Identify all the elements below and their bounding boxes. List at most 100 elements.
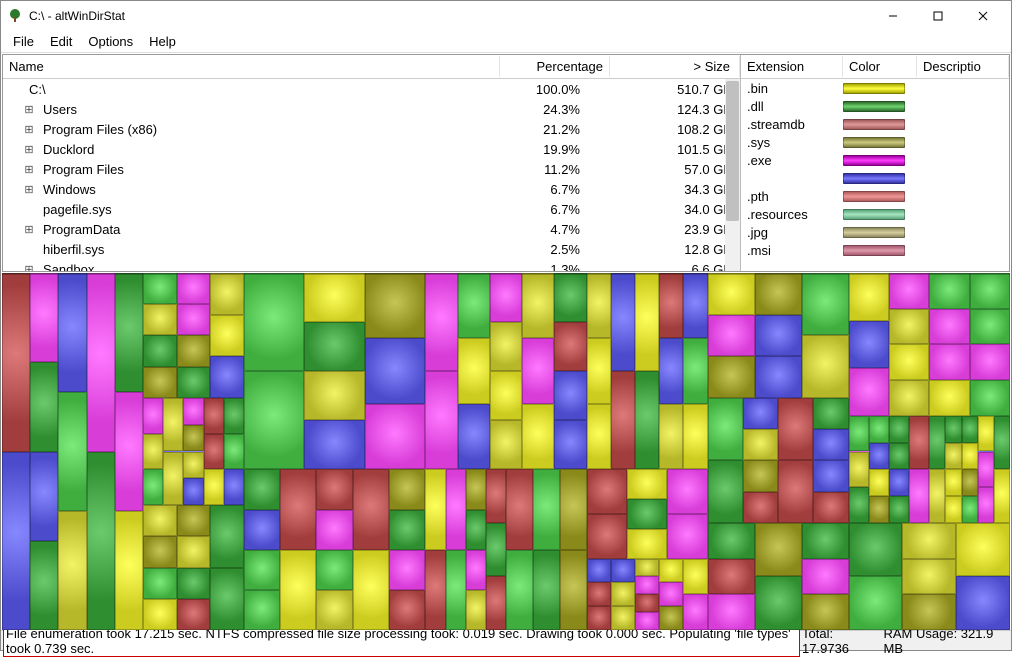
treemap-block[interactable] [659,582,683,606]
treemap-block[interactable] [143,273,177,304]
treemap-block[interactable] [244,469,280,509]
treemap-block[interactable] [889,344,929,380]
treemap-block[interactable] [304,420,364,469]
treemap-block[interactable] [280,550,316,630]
treemap-block[interactable] [587,273,611,338]
treemap-block[interactable] [683,273,707,338]
treemap-block[interactable] [869,443,889,470]
treemap-block[interactable] [683,404,707,469]
treemap-block[interactable] [970,309,1010,345]
treemap-block[interactable] [587,469,627,514]
treemap-block[interactable] [635,594,659,612]
treemap-block[interactable] [659,338,683,403]
treemap-block[interactable] [849,273,889,321]
treemap-block[interactable] [635,612,659,630]
ext-row[interactable]: .pth [741,187,1009,205]
treemap-block[interactable] [304,371,364,420]
treemap-block[interactable] [587,606,611,630]
treemap-block[interactable] [466,510,486,550]
treemap-block[interactable] [778,460,813,522]
treemap-block[interactable] [611,559,635,583]
treemap-block[interactable] [466,469,486,509]
treemap-block[interactable] [929,344,969,380]
treemap-block[interactable] [458,273,490,338]
treemap-block[interactable] [635,559,659,577]
ext-row[interactable]: .streamdb [741,115,1009,133]
tree-row[interactable]: ⊞Windows6.7%34.3 GB [3,179,740,199]
treemap-block[interactable] [210,273,244,315]
treemap-block[interactable] [813,429,848,460]
menu-options[interactable]: Options [80,32,141,51]
treemap[interactable] [2,273,1010,630]
ext-row[interactable]: .jpg [741,223,1009,241]
treemap-block[interactable] [889,443,909,470]
treemap-block[interactable] [667,469,707,514]
treemap-block[interactable] [970,344,1010,380]
treemap-block[interactable] [635,273,659,371]
treemap-block[interactable] [224,434,244,470]
tree-rows[interactable]: C:\100.0%510.7 GB⊞Users24.3%124.3 GB⊞Pro… [3,79,740,271]
treemap-block[interactable] [177,367,211,398]
treemap-block[interactable] [889,469,909,496]
treemap-block[interactable] [115,392,143,511]
treemap-block[interactable] [143,568,177,599]
treemap-block[interactable] [755,523,802,577]
treemap-block[interactable] [389,510,425,550]
treemap-block[interactable] [244,590,280,630]
treemap-block[interactable] [163,452,183,506]
ext-row[interactable]: .resources [741,205,1009,223]
treemap-block[interactable] [778,398,813,460]
treemap-block[interactable] [708,273,755,315]
treemap-block[interactable] [889,416,909,443]
tree-row[interactable]: ⊞Ducklord19.9%101.5 GB [3,139,740,159]
col-color[interactable]: Color [843,56,917,77]
treemap-block[interactable] [244,510,280,550]
treemap-block[interactable] [490,273,522,322]
treemap-block[interactable] [446,469,466,549]
treemap-block[interactable] [183,452,203,479]
treemap-block[interactable] [30,273,58,362]
treemap-block[interactable] [683,594,707,630]
expand-icon[interactable]: ⊞ [21,183,37,196]
treemap-block[interactable] [611,273,635,371]
col-percentage[interactable]: Percentage [500,56,610,77]
treemap-block[interactable] [143,367,177,398]
treemap-block[interactable] [204,469,224,505]
treemap-block[interactable] [849,416,869,452]
ext-row[interactable]: .bin [741,79,1009,97]
treemap-block[interactable] [560,469,587,549]
treemap-block[interactable] [204,398,224,434]
treemap-block[interactable] [813,460,848,491]
treemap-block[interactable] [902,594,956,630]
treemap-block[interactable] [143,505,177,536]
treemap-block[interactable] [244,550,280,590]
treemap-block[interactable] [587,559,611,583]
ext-rows[interactable]: .bin.dll.streamdb.sys.exe.pth.resources.… [741,79,1009,271]
tree-row[interactable]: ⊞Sandbox1.3%6.6 GB [3,259,740,271]
treemap-block[interactable] [554,273,586,322]
treemap-block[interactable] [244,371,304,469]
treemap-block[interactable] [743,398,778,429]
treemap-block[interactable] [522,273,554,338]
treemap-block[interactable] [316,590,352,630]
treemap-block[interactable] [956,523,1010,577]
treemap-block[interactable] [316,510,352,550]
treemap-block[interactable] [587,338,611,403]
treemap-block[interactable] [143,434,163,470]
treemap-block[interactable] [554,371,586,420]
treemap-block[interactable] [945,496,961,523]
expand-icon[interactable]: ⊞ [21,163,37,176]
treemap-block[interactable] [889,380,929,416]
treemap-block[interactable] [143,335,177,366]
ext-row[interactable]: .exe [741,151,1009,169]
treemap-block[interactable] [743,429,778,460]
treemap-block[interactable] [849,368,889,416]
treemap-block[interactable] [659,606,683,630]
treemap-block[interactable] [58,273,86,392]
treemap-block[interactable] [869,469,889,496]
minimize-button[interactable] [870,2,915,30]
treemap-block[interactable] [755,315,802,357]
treemap-block[interactable] [506,469,533,549]
treemap-block[interactable] [425,273,457,371]
treemap-block[interactable] [635,371,659,469]
